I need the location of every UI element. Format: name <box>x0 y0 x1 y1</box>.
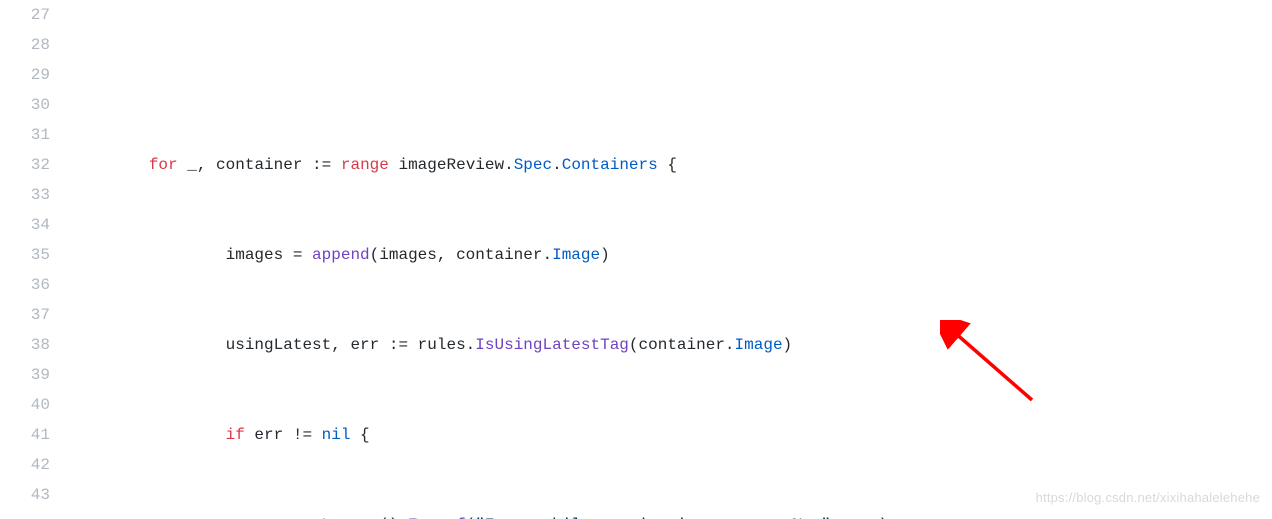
code-line: c.Logger().Errorf("Error while parsing i… <box>72 510 1061 519</box>
code-editor: 2728293031323334353637383940414243 for _… <box>0 0 1272 519</box>
line-number: 27 <box>0 0 50 30</box>
line-number: 29 <box>0 60 50 90</box>
line-number: 40 <box>0 390 50 420</box>
line-number: 34 <box>0 210 50 240</box>
code-line <box>72 60 1061 90</box>
line-number: 30 <box>0 90 50 120</box>
code-area: for _, container := range imageReview.Sp… <box>72 0 1061 519</box>
line-number: 43 <box>0 480 50 510</box>
line-number: 37 <box>0 300 50 330</box>
line-number: 36 <box>0 270 50 300</box>
code-line: if err != nil { <box>72 420 1061 450</box>
line-number: 28 <box>0 30 50 60</box>
code-line: images = append(images, container.Image) <box>72 240 1061 270</box>
line-number: 42 <box>0 450 50 480</box>
line-number-gutter: 2728293031323334353637383940414243 <box>0 0 72 519</box>
line-number: 39 <box>0 360 50 390</box>
line-number: 35 <box>0 240 50 270</box>
code-line: for _, container := range imageReview.Sp… <box>72 150 1061 180</box>
line-number: 38 <box>0 330 50 360</box>
code-line: usingLatest, err := rules.IsUsingLatestT… <box>72 330 1061 360</box>
line-number: 41 <box>0 420 50 450</box>
line-number: 32 <box>0 150 50 180</box>
line-number: 33 <box>0 180 50 210</box>
line-number: 31 <box>0 120 50 150</box>
